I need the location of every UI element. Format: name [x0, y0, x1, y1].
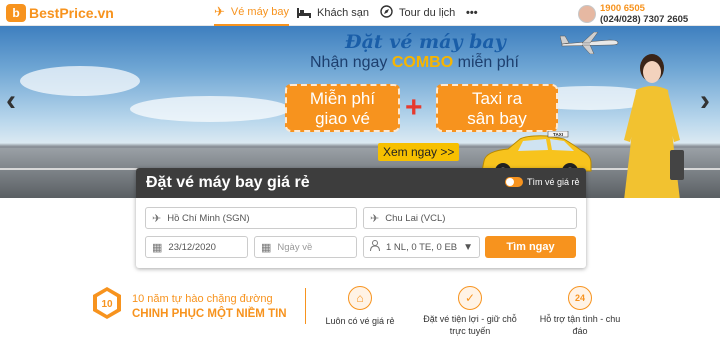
chevron-down-icon: ▼ [463, 242, 473, 253]
tag-right-line2: sân bay [467, 109, 527, 128]
nav-hotels-label: Khách sạn [317, 7, 369, 19]
plus-sign: + [405, 91, 423, 124]
hotline-primary: 1900 6505 [600, 3, 645, 14]
flight-search-panel: Đặt vé máy bay giá rẻ Tìm vé giá rẻ ✈ Hồ… [136, 168, 586, 268]
hotline-contact[interactable]: 1900 6505 (024/028) 7307 2605 [578, 3, 688, 25]
takeoff-icon: ✈ [152, 212, 162, 225]
carousel-next-button[interactable]: › [700, 84, 710, 118]
support-24-icon: 24 [568, 286, 592, 310]
hotline-numbers: 1900 6505 (024/028) 7307 2605 [600, 3, 688, 25]
compass-icon [380, 5, 393, 21]
checkmark-icon: ✓ [458, 286, 482, 310]
price-tag-icon: ⌂ [348, 286, 372, 310]
depart-date-field[interactable]: ▦ 23/12/2020 [145, 236, 248, 258]
cloud [20, 66, 140, 96]
nav-tours-label: Tour du lịch [399, 7, 456, 19]
view-now-button[interactable]: Xem ngay >> [378, 143, 460, 161]
section-divider [305, 288, 306, 324]
landing-icon: ✈ [370, 212, 380, 225]
passenger-value: 1 NL, 0 TE, 0 EB [386, 241, 458, 253]
search-submit-button[interactable]: Tìm ngay [485, 236, 576, 258]
calendar-icon: ▦ [261, 241, 272, 254]
promo-tag-airport-taxi: Taxi ra sân bay [436, 84, 558, 132]
promo-subtitle: Nhận ngay COMBO miễn phí [310, 54, 519, 72]
origin-field[interactable]: ✈ Hồ Chí Minh (SGN) [145, 207, 357, 229]
depart-date-value: 23/12/2020 [168, 241, 216, 253]
passenger-select[interactable]: 1 NL, 0 TE, 0 EB ▼ [363, 236, 480, 258]
trust-tagline: 10 năm tự hào chặng đường [132, 293, 273, 305]
return-date-placeholder: Ngày về [277, 241, 313, 253]
search-title: Đặt vé máy bay giá rẻ [146, 174, 310, 191]
logo-mark-icon: b [6, 4, 26, 22]
logo-text: BestPrice.vn [29, 5, 114, 21]
more-icon: ••• [466, 7, 478, 19]
badge-number: 10 [101, 299, 113, 310]
promo-subtitle-suffix: miễn phí [453, 54, 519, 71]
promo-tag-free-delivery: Miễn phí giao vé [285, 84, 400, 132]
cheap-fare-toggle[interactable] [505, 177, 523, 187]
tag-right-line1: Taxi ra [471, 89, 523, 108]
search-panel-header: Đặt vé máy bay giá rẻ Tìm vé giá rẻ [136, 168, 586, 198]
bed-icon [297, 6, 311, 21]
feature-1-line1: Luôn có vé giá rẻ [325, 316, 395, 326]
support-avatar [578, 5, 596, 23]
feature-3-line2: đáo [572, 326, 588, 336]
hotline-secondary: (024/028) 7307 2605 [600, 14, 689, 25]
destination-value: Chu Lai (VCL) [385, 212, 446, 224]
promo-title: Đặt vé máy bay [345, 31, 506, 53]
feature-online-booking-label: Đặt vé tiện lợi - giữ chỗ trực tuyến [416, 313, 524, 337]
nav-flights-label: Vé máy bay [230, 6, 289, 18]
nav-hotels[interactable]: Khách sạn [297, 0, 369, 26]
feature-support-label: Hỗ trợ tận tình - chu đáo [530, 313, 630, 337]
person-icon [370, 240, 380, 254]
promo-subtitle-prefix: Nhận ngay [310, 54, 392, 71]
calendar-icon: ▦ [152, 241, 163, 254]
origin-value: Hồ Chí Minh (SGN) [167, 212, 250, 224]
cheap-fare-toggle-label: Tìm vé giá rẻ [527, 177, 580, 187]
flight-attendant-illustration [624, 54, 684, 198]
nav-more[interactable]: ••• [466, 0, 478, 26]
tag-left-line2: giao vé [315, 109, 370, 128]
carousel-prev-button[interactable]: ‹ [6, 84, 16, 118]
cloud [130, 96, 290, 122]
feature-3-line1: Hỗ trợ tận tình - chu [539, 314, 621, 324]
destination-field[interactable]: ✈ Chu Lai (VCL) [363, 207, 577, 229]
feature-2-line2: trực tuyến [449, 326, 491, 336]
nav-flights[interactable]: ✈ Vé máy bay [214, 0, 289, 26]
airplane-icon: ✈ [214, 4, 225, 19]
feature-2-line1: Đặt vé tiện lợi - giữ chỗ [423, 314, 517, 324]
promo-combo-highlight: COMBO [391, 54, 454, 71]
top-header: b BestPrice.vn ✈ Vé máy bay Khách sạn To… [0, 0, 720, 26]
airplane-illustration [560, 32, 619, 54]
feature-cheap-fares-label: Luôn có vé giá rẻ [318, 315, 402, 327]
nav-tours[interactable]: Tour du lịch [380, 0, 455, 26]
bestprice-logo[interactable]: b BestPrice.vn [6, 4, 114, 22]
taxi-sign: TAXI [553, 132, 563, 137]
tag-left-line1: Miễn phí [309, 89, 376, 108]
ten-year-badge-icon: 10 [93, 287, 121, 319]
return-date-field[interactable]: ▦ Ngày về [254, 236, 357, 258]
trust-slogan: CHINH PHỤC MỘT NIỀM TIN [132, 308, 287, 320]
